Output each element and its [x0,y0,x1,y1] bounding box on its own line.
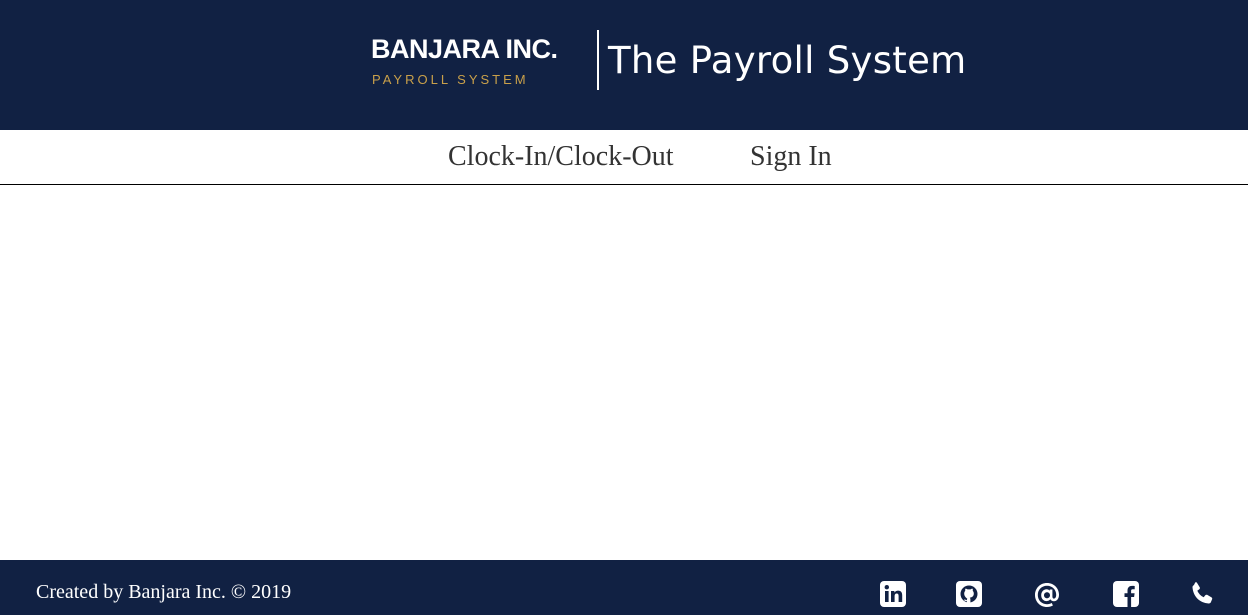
main-content [0,185,1248,560]
github-icon[interactable] [955,580,985,612]
linkedin-icon[interactable] [879,580,909,612]
logo-divider [597,30,599,90]
company-logo[interactable]: BANJARA INC. PAYROLL SYSTEM [371,34,591,90]
nav-link-sign-in[interactable]: Sign In [750,140,832,174]
phone-icon[interactable] [1188,580,1218,612]
email-icon[interactable] [1032,580,1062,612]
nav-link-clock-in-out[interactable]: Clock-In/Clock-Out [448,140,674,174]
facebook-icon[interactable] [1112,580,1142,612]
footer-copyright: Created by Banjara Inc. © 2019 [36,581,292,603]
logo-name: BANJARA INC. [371,34,558,64]
main-nav: Clock-In/Clock-Out Sign In [0,130,1248,185]
footer: Created by Banjara Inc. © 2019 [0,560,1248,615]
page-title: The Payroll System [608,39,967,82]
logo-subtitle: PAYROLL SYSTEM [372,72,529,87]
header: BANJARA INC. PAYROLL SYSTEM The Payroll … [0,0,1248,130]
